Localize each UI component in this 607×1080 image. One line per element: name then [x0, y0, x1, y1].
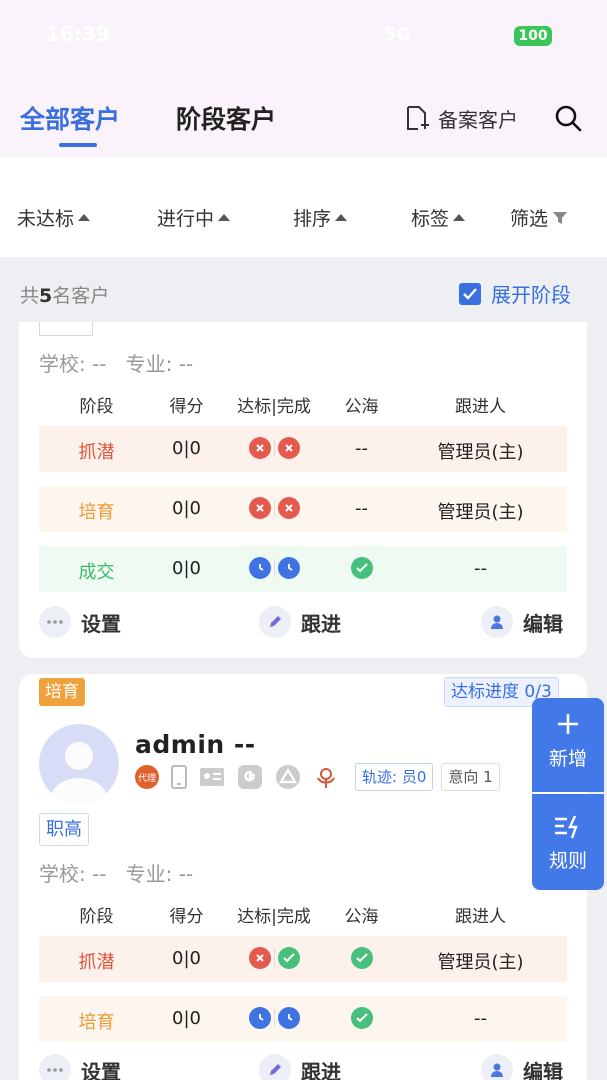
search-icon[interactable]: [554, 104, 582, 132]
stage-row[interactable]: 抓潜 0|0 管理员(主): [39, 936, 567, 982]
record-customers-button[interactable]: 备案客户: [404, 104, 518, 133]
school-major-row: 学校: -- 专业: --: [39, 862, 194, 886]
edit-button[interactable]: 编辑: [481, 1054, 563, 1080]
filter-screen[interactable]: 筛选: [510, 204, 568, 231]
filter-tags[interactable]: 标签: [411, 204, 466, 231]
pencil-icon: [259, 1054, 291, 1080]
more-dots-icon: [39, 606, 71, 638]
checkbox-icon[interactable]: [459, 282, 481, 305]
triangle-up-icon: [78, 214, 91, 221]
settings-button[interactable]: 设置: [39, 606, 121, 638]
triangle-up-icon: [335, 214, 348, 221]
more-dots-icon: [39, 1054, 71, 1080]
stage-table-header: 阶段 得分 达标|完成 公海 跟进人: [79, 397, 507, 417]
status-bar: 16:39 5G 100: [0, 18, 607, 52]
check-icon: [350, 557, 373, 579]
track-tag[interactable]: 轨迹: 员0: [355, 763, 434, 791]
phone-icon: [171, 765, 187, 789]
card-actions: 设置 跟进 编辑: [19, 1054, 587, 1080]
user-edit-icon: [481, 1054, 513, 1080]
network-indicator: 5G: [384, 24, 412, 45]
customer-name: admin --: [135, 730, 256, 759]
plus-icon: [558, 714, 578, 734]
customer-count: 共5名客户: [20, 285, 110, 307]
stage-row[interactable]: 培育 0|0 -- 管理员(主): [39, 486, 567, 532]
clock-icon: [248, 1007, 271, 1029]
summary-row: 共5名客户 展开阶段: [0, 257, 607, 327]
active-tab-indicator: [59, 143, 97, 147]
record-label: 备案客户: [438, 108, 518, 132]
cross-icon: [248, 497, 271, 519]
cross-icon: [248, 437, 271, 459]
stage-table-header: 阶段 得分 达标|完成 公海 跟进人: [79, 907, 507, 927]
flower-icon: [317, 768, 335, 788]
triangle-up-icon: [218, 214, 231, 221]
tab-all-customers[interactable]: 全部客户: [20, 100, 120, 136]
clock-icon: [277, 557, 300, 579]
header-area: 16:39 5G 100 全部客户 阶段客户 备案客户: [0, 0, 607, 157]
customer-card[interactable]: 学校: -- 专业: -- 阶段 得分 达标|完成 公海 跟进人 抓潜 0|0 -- 管理员…: [19, 322, 587, 658]
expand-stage-toggle[interactable]: 展开阶段: [459, 279, 571, 308]
tag-chip-clipped: [39, 322, 93, 336]
filter-sort[interactable]: 排序: [293, 204, 348, 231]
expand-stage-label: 展开阶段: [491, 283, 571, 307]
user-edit-icon: [481, 606, 513, 638]
record-icon: [407, 105, 429, 130]
agent-badge: 代理: [135, 765, 159, 789]
funnel-icon: [553, 211, 568, 224]
status-time: 16:39: [46, 22, 110, 46]
intent-tag[interactable]: 意向 1: [441, 763, 500, 791]
education-tag: 职高: [39, 813, 89, 846]
check-icon: [350, 1007, 373, 1029]
cross-icon: [277, 497, 300, 519]
channel-row: 代理 轨迹: 员0 意向 1: [135, 763, 500, 791]
clock-icon: [277, 1007, 300, 1029]
rules-icon: [555, 815, 578, 839]
filter-bar: 未达标 进行中 排序 标签 筛选: [0, 157, 607, 257]
triangle-up-icon: [453, 214, 466, 221]
clock-icon: [248, 557, 271, 579]
edit-button[interactable]: 编辑: [481, 606, 563, 638]
add-customer-button[interactable]: 新增: [532, 698, 604, 792]
cross-icon: [248, 947, 271, 969]
add-label: 新增: [548, 748, 587, 770]
battery-indicator: 100: [514, 26, 552, 46]
follow-up-button[interactable]: 跟进: [259, 1054, 341, 1080]
filter-unmet[interactable]: 未达标: [17, 204, 91, 231]
stage-badge: 培育: [39, 678, 85, 706]
card-actions: 设置 跟进 编辑: [19, 606, 587, 646]
settings-button[interactable]: 设置: [39, 1054, 121, 1080]
follow-up-button[interactable]: 跟进: [259, 606, 341, 638]
google-icon: [238, 765, 262, 789]
check-icon: [277, 947, 300, 969]
avatar[interactable]: [39, 724, 119, 804]
id-card-icon: [200, 768, 224, 786]
filter-in-progress[interactable]: 进行中: [157, 204, 231, 231]
check-icon: [350, 947, 373, 969]
school-major-row: 学校: -- 专业: --: [39, 352, 194, 376]
tab-stage-customers[interactable]: 阶段客户: [176, 100, 276, 136]
customer-card[interactable]: 培育 达标进度 0/3 admin -- 代理 轨迹: 员0 意向 1 职高 学…: [19, 674, 587, 1080]
rules-button[interactable]: 规则: [532, 794, 604, 890]
pencil-icon: [259, 606, 291, 638]
stage-row[interactable]: 成交 0|0 --: [39, 546, 567, 592]
cross-icon: [277, 437, 300, 459]
rules-label: 规则: [548, 850, 587, 872]
drive-icon: [276, 765, 300, 789]
stage-row[interactable]: 培育 0|0 --: [39, 996, 567, 1042]
stage-row[interactable]: 抓潜 0|0 -- 管理员(主): [39, 426, 567, 472]
